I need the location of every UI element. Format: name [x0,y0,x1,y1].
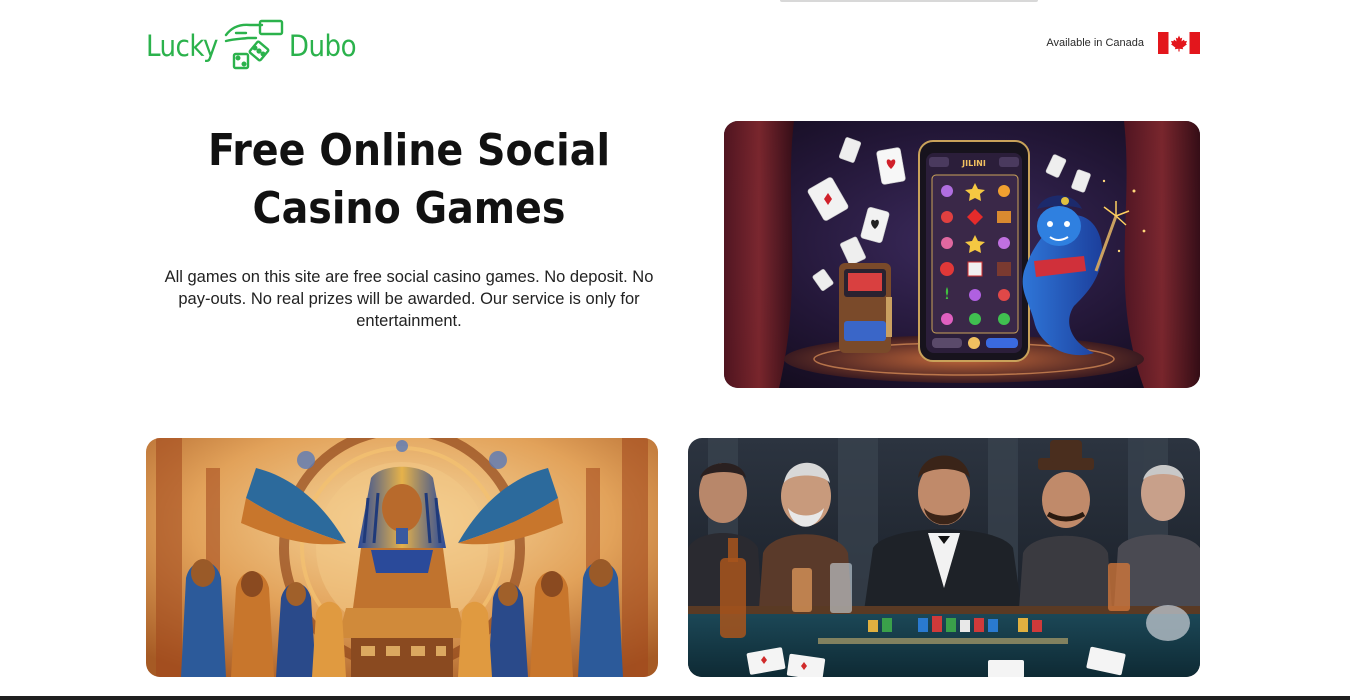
phone-screen-title: JILINI [961,159,986,168]
availability-notice: Available in Canada [1046,32,1200,54]
availability-text: Available in Canada [1046,37,1144,49]
egypt-game-image [146,438,658,677]
page-title: Free Online Social Casino Games [208,125,610,234]
logo-word-dubo: Dubo [288,28,357,63]
poker-game-image [688,438,1200,677]
canada-flag-icon [1158,32,1200,54]
hero-description: All games on this site are free social c… [164,268,654,330]
site-header: Lucky Dubo Available in Canada [146,18,1200,74]
site-logo[interactable]: Lucky Dubo [146,18,357,74]
hero-slot-image: JILINI [724,121,1200,388]
logo-word-lucky: Lucky [146,28,218,63]
dice-hand-icon [224,19,284,70]
top-scroll-strip [780,0,1038,2]
bottom-border [0,696,1350,700]
